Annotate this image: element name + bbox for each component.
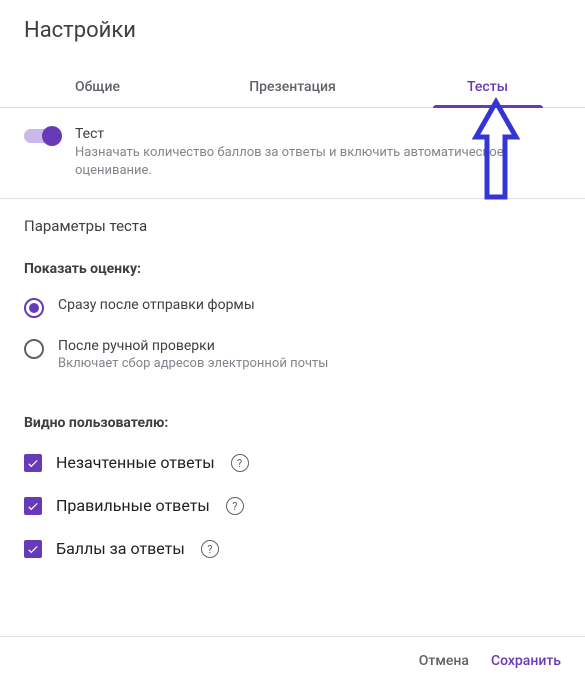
check-label: Незачтенные ответы [56, 453, 215, 472]
visible-missed[interactable]: Незачтенные ответы ? [0, 441, 585, 484]
release-option-immediate[interactable]: Сразу после отправки формы [0, 287, 585, 328]
option-text: После ручной проверки Включает сбор адре… [58, 338, 328, 371]
option-label: Сразу после отправки формы [58, 297, 255, 313]
tab-presentation[interactable]: Презентация [195, 67, 390, 107]
params-header: Параметры теста [0, 199, 585, 245]
tabs: Общие Презентация Тесты [0, 67, 585, 108]
checkbox-icon [24, 540, 42, 558]
quiz-toggle-row: Тест Назначать количество баллов за отве… [0, 108, 585, 199]
release-option-manual[interactable]: После ручной проверки Включает сбор адре… [0, 328, 585, 381]
footer: Отмена Сохранить [0, 636, 585, 669]
option-desc: Включает сбор адресов электронной почты [58, 356, 328, 371]
option-text: Сразу после отправки формы [58, 297, 255, 313]
release-grade-header: Показать оценку: [0, 245, 585, 287]
checkbox-icon [24, 497, 42, 515]
radio-icon [24, 339, 44, 359]
option-label: После ручной проверки [58, 338, 328, 354]
respondent-see-header: Видно пользователю: [0, 381, 585, 441]
help-icon[interactable]: ? [231, 454, 249, 472]
quiz-toggle-text: Тест Назначать количество баллов за отве… [75, 126, 561, 180]
check-label: Баллы за ответы [56, 539, 185, 558]
quiz-toggle-title: Тест [75, 126, 561, 142]
help-icon[interactable]: ? [201, 540, 219, 558]
tab-general[interactable]: Общие [0, 67, 195, 107]
cancel-button[interactable]: Отмена [419, 653, 469, 669]
help-icon[interactable]: ? [226, 497, 244, 515]
switch-thumb [42, 126, 62, 146]
save-button[interactable]: Сохранить [491, 653, 561, 669]
visible-correct[interactable]: Правильные ответы ? [0, 484, 585, 527]
visible-points[interactable]: Баллы за ответы ? [0, 527, 585, 570]
radio-icon [24, 298, 44, 318]
quiz-toggle-desc: Назначать количество баллов за ответы и … [75, 144, 561, 180]
page-title: Настройки [0, 0, 585, 49]
quiz-toggle-switch[interactable] [24, 129, 61, 143]
tab-quizzes[interactable]: Тесты [390, 67, 585, 107]
check-label: Правильные ответы [56, 496, 210, 515]
checkbox-icon [24, 454, 42, 472]
